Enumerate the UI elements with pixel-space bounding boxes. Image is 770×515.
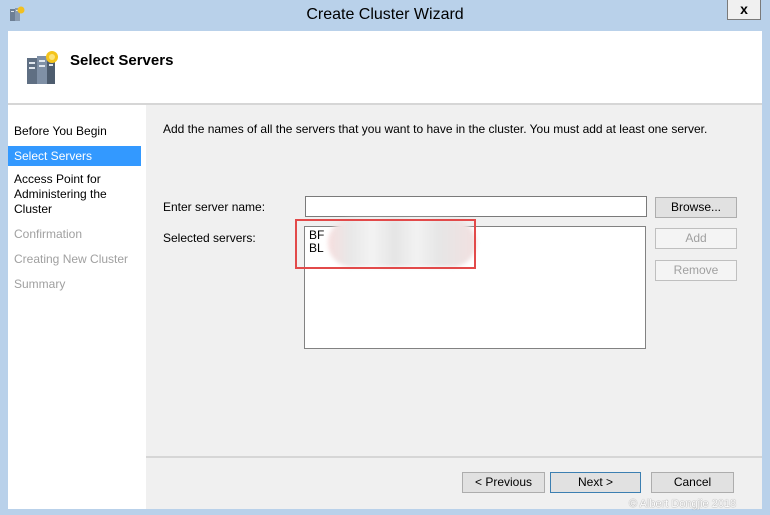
watermark-text: © Albert Dongjie 2018 bbox=[629, 498, 737, 510]
server-name-label: Enter server name: bbox=[163, 200, 266, 214]
next-button[interactable]: Next > bbox=[550, 472, 641, 493]
nav-step-creating-new-cluster: Creating New Cluster bbox=[14, 252, 129, 266]
instructions-text: Add the names of all the servers that yo… bbox=[163, 122, 708, 136]
nav-step-select-servers[interactable]: Select Servers bbox=[8, 146, 141, 166]
window-title: Create Cluster Wizard bbox=[306, 6, 464, 23]
close-button[interactable]: x bbox=[727, 0, 761, 20]
selected-servers-label: Selected servers: bbox=[163, 231, 256, 245]
footer-divider bbox=[146, 456, 762, 458]
server-name-input[interactable] bbox=[305, 196, 647, 217]
browse-button[interactable]: Browse... bbox=[655, 197, 737, 218]
nav-step-access-point[interactable]: Access Point for Administering the Clust… bbox=[8, 172, 118, 217]
nav-step-before-you-begin[interactable]: Before You Begin bbox=[8, 124, 141, 139]
nav-step-confirmation: Confirmation bbox=[14, 227, 83, 241]
add-button: Add bbox=[655, 228, 737, 249]
wizard-dialog: Select Servers Before You Begin Select S… bbox=[8, 31, 762, 509]
highlight-box bbox=[295, 219, 476, 269]
cluster-servers-icon bbox=[27, 51, 58, 84]
wizard-header: Select Servers bbox=[8, 31, 762, 103]
nav-step-summary: Summary bbox=[14, 277, 66, 291]
page-title: Select Servers bbox=[70, 52, 174, 69]
previous-button[interactable]: < Previous bbox=[462, 472, 545, 493]
wizard-steps-nav: Before You Begin Select Servers Access P… bbox=[8, 105, 146, 509]
cancel-button[interactable]: Cancel bbox=[651, 472, 734, 493]
remove-button: Remove bbox=[655, 260, 737, 281]
title-bar[interactable]: Create Cluster Wizard x bbox=[0, 0, 770, 31]
